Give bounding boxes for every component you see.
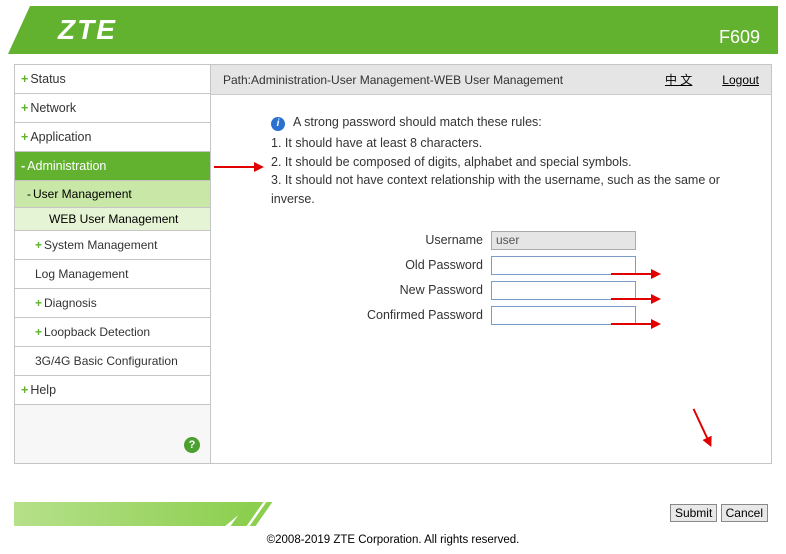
nav-help[interactable]: Help [15,376,210,405]
help-icon[interactable]: ? [184,437,200,453]
nav-loopback-detection[interactable]: Loopback Detection [15,318,210,347]
footer-stripe [14,502,254,526]
info-title: A strong password should match these rul… [293,113,542,132]
label-old-pw: Old Password [271,258,491,272]
info-rule-1: 1. It should have at least 8 characters. [271,134,741,153]
device-model: F609 [719,27,760,48]
content-body: i A strong password should match these r… [211,95,771,341]
row-new-pw: New Password [271,281,741,300]
nav-3g4g-config[interactable]: 3G/4G Basic Configuration [15,347,210,376]
annotation-arrow-icon [693,408,712,445]
label-new-pw: New Password [271,283,491,297]
cancel-button[interactable]: Cancel [721,504,768,522]
password-form: Username Old Password New Password Confi… [271,231,741,325]
label-username: Username [271,233,491,247]
footer-bar: Submit Cancel [14,502,772,526]
nav-network[interactable]: Network [15,94,210,123]
label-confirm-pw: Confirmed Password [271,308,491,322]
content-panel: Path:Administration-User Management-WEB … [210,64,772,464]
header-slant [8,6,30,54]
nav-system-management[interactable]: System Management [15,231,210,260]
sidebar: Status Network Application Administratio… [14,64,210,464]
language-link[interactable]: 中 文 [665,71,692,88]
submit-button[interactable]: Submit [670,504,717,522]
input-username [491,231,636,250]
annotation-arrow-icon [611,269,661,279]
nav-diagnosis[interactable]: Diagnosis [15,289,210,318]
nav-web-user-management[interactable]: WEB User Management [15,208,210,231]
info-rule-3: 3. It should not have context relationsh… [271,171,741,209]
nav-user-management[interactable]: User Management [15,181,210,208]
logout-link[interactable]: Logout [722,73,759,87]
button-group: Submit Cancel [670,504,768,522]
brand-logo: ZTE [58,14,117,46]
footer: Submit Cancel ©2008-2019 ZTE Corporation… [0,502,786,554]
nav-administration[interactable]: Administration [15,152,210,181]
info-rule-2: 2. It should be composed of digits, alph… [271,153,741,172]
nav-status[interactable]: Status [15,65,210,94]
row-old-pw: Old Password [271,256,741,275]
breadcrumb: Path:Administration-User Management-WEB … [223,73,655,87]
row-username: Username [271,231,741,250]
main-area: Status Network Application Administratio… [14,64,772,464]
breadcrumb-bar: Path:Administration-User Management-WEB … [211,65,771,95]
nav-application[interactable]: Application [15,123,210,152]
annotation-arrow-icon [611,294,661,304]
row-confirm-pw: Confirmed Password [271,306,741,325]
copyright-text: ©2008-2019 ZTE Corporation. All rights r… [0,526,786,554]
annotation-arrow-icon [214,162,264,172]
header: ZTE F609 [8,6,778,54]
annotation-arrow-icon [611,319,661,329]
info-title-row: i A strong password should match these r… [271,113,741,132]
nav-log-management[interactable]: Log Management [15,260,210,289]
info-icon: i [271,117,285,131]
